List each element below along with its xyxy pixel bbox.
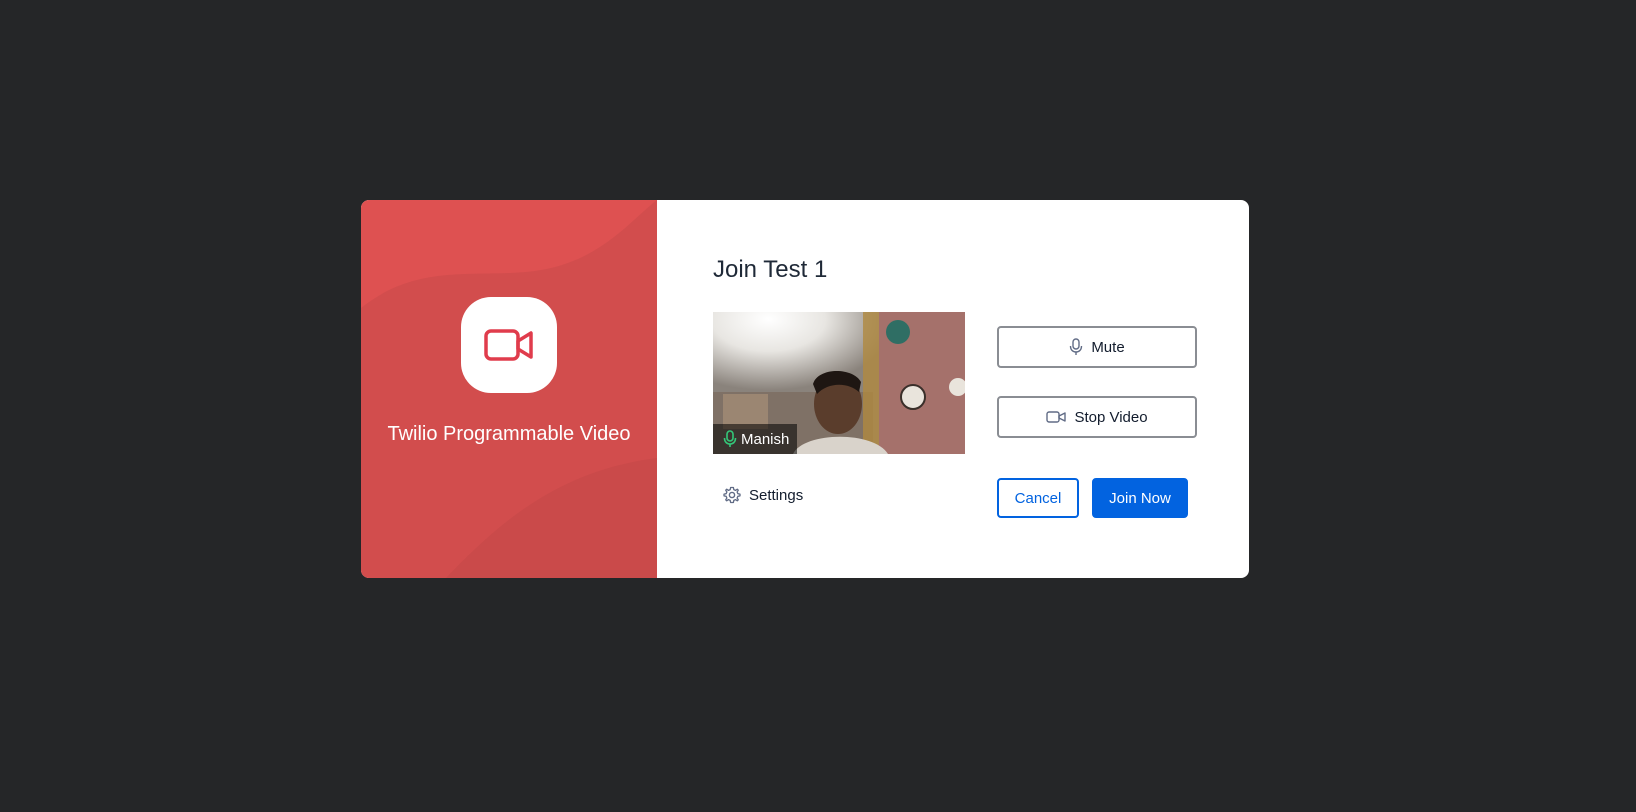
microphone-icon [1070, 338, 1083, 355]
stop-video-label: Stop Video [1074, 408, 1148, 426]
microphone-icon [723, 430, 737, 447]
video-camera-icon [1046, 411, 1067, 423]
settings-label: Settings [749, 486, 804, 504]
mute-button[interactable]: Mute [997, 326, 1197, 368]
mute-label: Mute [1091, 338, 1125, 356]
settings-button[interactable]: Settings [721, 484, 805, 506]
participant-name: Manish [741, 430, 790, 448]
app-logo [461, 297, 557, 393]
brand-panel: Twilio Programmable Video [361, 200, 657, 578]
join-form: Join Test 1 Manish Mute Stop Video Setti… [657, 200, 1249, 578]
stop-video-button[interactable]: Stop Video [997, 396, 1197, 438]
cancel-button[interactable]: Cancel [997, 478, 1079, 518]
app-title: Twilio Programmable Video [387, 423, 631, 445]
participant-name-tag: Manish [713, 424, 798, 454]
video-preview: Manish [713, 312, 965, 454]
video-camera-icon [484, 329, 533, 361]
gear-icon [723, 486, 741, 504]
join-now-button[interactable]: Join Now [1092, 478, 1188, 518]
room-title: Join Test 1 [713, 256, 828, 283]
join-room-dialog: Twilio Programmable Video Join Test 1 Ma… [361, 200, 1249, 578]
